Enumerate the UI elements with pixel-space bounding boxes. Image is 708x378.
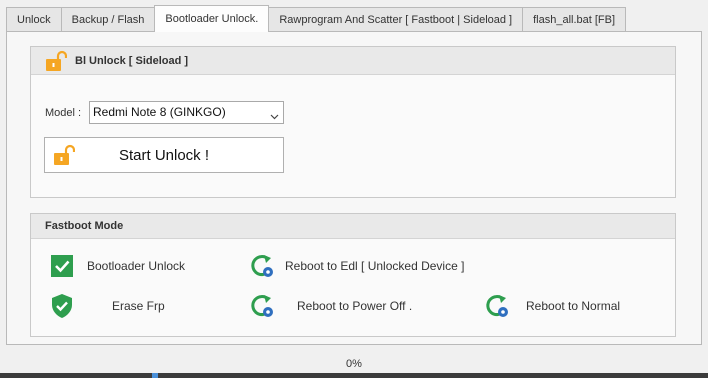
bootloader-unlock-action[interactable]: Bootloader Unlock bbox=[49, 253, 185, 279]
erase-frp-label: Erase Frp bbox=[112, 299, 165, 313]
start-unlock-button[interactable]: Start Unlock ! bbox=[44, 137, 284, 173]
tab-backup-flash[interactable]: Backup / Flash bbox=[60, 7, 156, 32]
reboot-gear-icon bbox=[484, 293, 510, 319]
tab-bootloader-unlock[interactable]: Bootloader Unlock. bbox=[154, 5, 270, 32]
reboot-to-power-off-label: Reboot to Power Off . bbox=[297, 299, 413, 313]
progress-status: 0% bbox=[346, 358, 362, 370]
open-padlock-icon bbox=[45, 50, 68, 72]
tab-rawprogram-scatter[interactable]: Rawprogram And Scatter [ Fastboot | Side… bbox=[268, 7, 524, 32]
reboot-to-normal-label: Reboot to Normal bbox=[526, 299, 621, 313]
tab-unlock[interactable]: Unlock bbox=[6, 7, 62, 32]
reboot-to-power-off-action[interactable]: Reboot to Power Off . bbox=[249, 293, 412, 319]
progress-bar-marker bbox=[152, 373, 158, 378]
tab-page: Bl Unlock [ Sideload ] Model : Redmi Not… bbox=[6, 31, 702, 345]
fastboot-mode-group: Fastboot Mode Bootloader Unlock Reboot t… bbox=[30, 213, 676, 337]
shield-check-icon bbox=[49, 293, 75, 319]
fastboot-mode-header: Fastboot Mode bbox=[31, 214, 675, 239]
bl-unlock-group: Bl Unlock [ Sideload ] Model : Redmi Not… bbox=[30, 46, 676, 198]
tab-strip: Unlock Backup / Flash Bootloader Unlock.… bbox=[6, 5, 627, 32]
model-select-value: Redmi Note 8 (GINKGO) bbox=[93, 105, 226, 119]
bl-unlock-header: Bl Unlock [ Sideload ] bbox=[31, 47, 675, 75]
green-check-icon bbox=[49, 253, 75, 279]
start-unlock-label: Start Unlock ! bbox=[118, 146, 210, 164]
reboot-to-normal-action[interactable]: Reboot to Normal bbox=[484, 293, 620, 319]
bootloader-unlock-label: Bootloader Unlock bbox=[87, 259, 186, 273]
reboot-gear-icon bbox=[249, 253, 275, 279]
tab-flash-all[interactable]: flash_all.bat [FB] bbox=[522, 7, 627, 32]
model-label: Model : bbox=[45, 106, 82, 119]
reboot-gear-icon bbox=[249, 293, 275, 319]
model-select[interactable]: Redmi Note 8 (GINKGO) bbox=[89, 101, 284, 124]
model-row: Model : Redmi Note 8 (GINKGO) bbox=[45, 101, 284, 124]
reboot-to-edl-action[interactable]: Reboot to Edl [ Unlocked Device ] bbox=[249, 253, 464, 279]
reboot-to-edl-label: Reboot to Edl [ Unlocked Device ] bbox=[285, 259, 465, 273]
chevron-down-icon bbox=[270, 107, 279, 120]
erase-frp-action[interactable]: Erase Frp bbox=[49, 293, 165, 319]
progress-bar bbox=[0, 373, 708, 378]
fastboot-mode-title: Fastboot Mode bbox=[45, 220, 124, 232]
bl-unlock-title: Bl Unlock [ Sideload ] bbox=[75, 54, 189, 67]
